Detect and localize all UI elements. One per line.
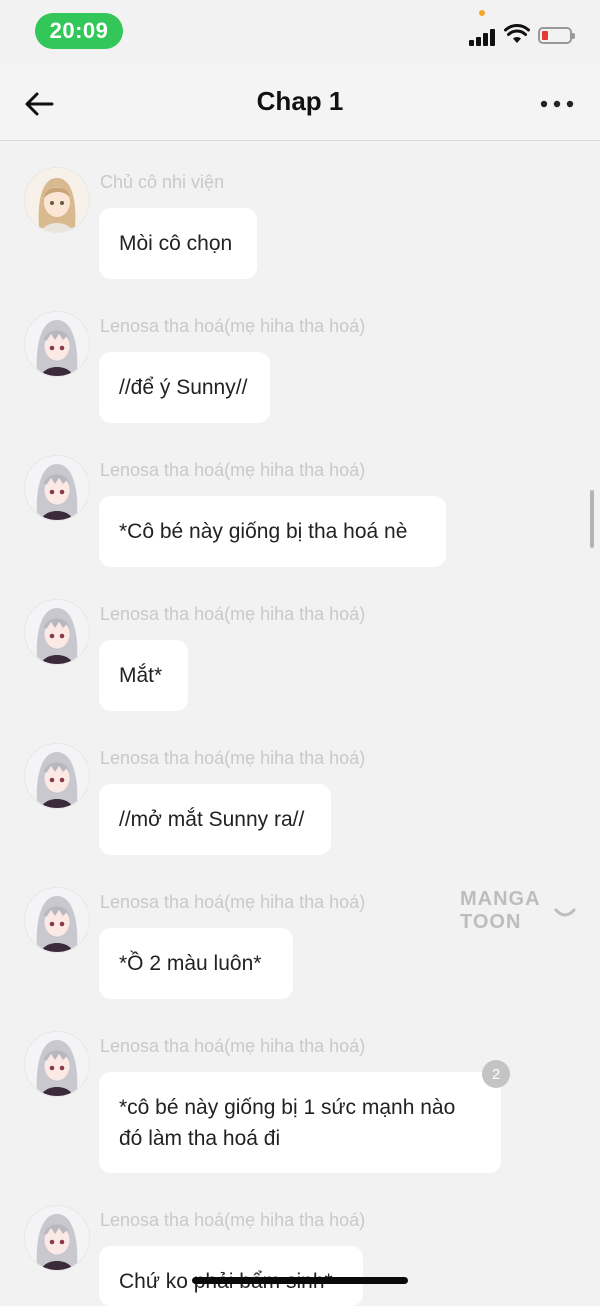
sender-name: Lenosa tha hoá(mẹ hiha tha hoá) — [100, 1036, 366, 1056]
message-bubble[interactable]: Mòi cô chọn — [99, 208, 257, 279]
message-bubble[interactable]: //để ý Sunny// — [99, 352, 270, 423]
sender-name: Lenosa tha hoá(mẹ hiha tha hoá) — [100, 892, 366, 912]
sender-name: Lenosa tha hoá(mẹ hiha tha hoá) — [100, 748, 366, 768]
avatar-lenosa[interactable] — [25, 1206, 89, 1270]
status-bar: 20:09 — [0, 0, 600, 64]
privacy-indicator-dot — [479, 10, 485, 16]
avatar-lenosa[interactable] — [25, 456, 89, 520]
message-bubble[interactable]: Mắt* — [99, 640, 188, 711]
sender-name: Lenosa tha hoá(mẹ hiha tha hoá) — [100, 604, 366, 624]
message-bubble[interactable]: //mở mắt Sunny ra// — [99, 784, 331, 855]
home-indicator[interactable] — [192, 1277, 408, 1284]
cellular-signal-icon — [469, 28, 497, 46]
status-time: 20:09 — [35, 13, 123, 49]
avatar-orphanage-owner[interactable] — [25, 168, 89, 232]
message-bubble[interactable]: *Ồ 2 màu luôn* — [99, 928, 293, 999]
avatar-lenosa[interactable] — [25, 600, 89, 664]
watermark-logo: MANGA TOON — [460, 888, 540, 933]
scrollbar[interactable] — [590, 490, 594, 548]
message-bubble[interactable]: Chứ ko phải bẩm sinh* — [99, 1246, 363, 1306]
sender-name: Lenosa tha hoá(mẹ hiha tha hoá) — [100, 1210, 366, 1230]
message-bubble[interactable]: *cô bé này giống bị 1 sức mạnh nào đó là… — [99, 1072, 501, 1173]
more-options-icon[interactable] — [538, 92, 578, 116]
battery-low-icon — [538, 27, 575, 44]
wifi-icon — [504, 24, 530, 43]
sender-name: Lenosa tha hoá(mẹ hiha tha hoá) — [100, 460, 366, 480]
avatar-lenosa[interactable] — [25, 744, 89, 808]
watermark-smile-icon — [554, 908, 576, 917]
sender-name: Lenosa tha hoá(mẹ hiha tha hoá) — [100, 316, 366, 336]
message-line: đó làm tha hoá đi — [119, 1127, 281, 1150]
message-bubble[interactable]: *Cô bé này giống bị tha hoá nè — [99, 496, 446, 567]
avatar-lenosa[interactable] — [25, 312, 89, 376]
avatar-lenosa[interactable] — [25, 888, 89, 952]
message-line: *cô bé này giống bị 1 sức mạnh nào — [119, 1096, 456, 1119]
avatar-lenosa[interactable] — [25, 1032, 89, 1096]
page-title: Chap 1 — [256, 86, 344, 116]
comment-count-badge[interactable]: 2 — [482, 1060, 510, 1088]
sender-name: Chủ cô nhi viện — [100, 172, 225, 192]
chapter-header: Chap 1 — [0, 64, 600, 141]
